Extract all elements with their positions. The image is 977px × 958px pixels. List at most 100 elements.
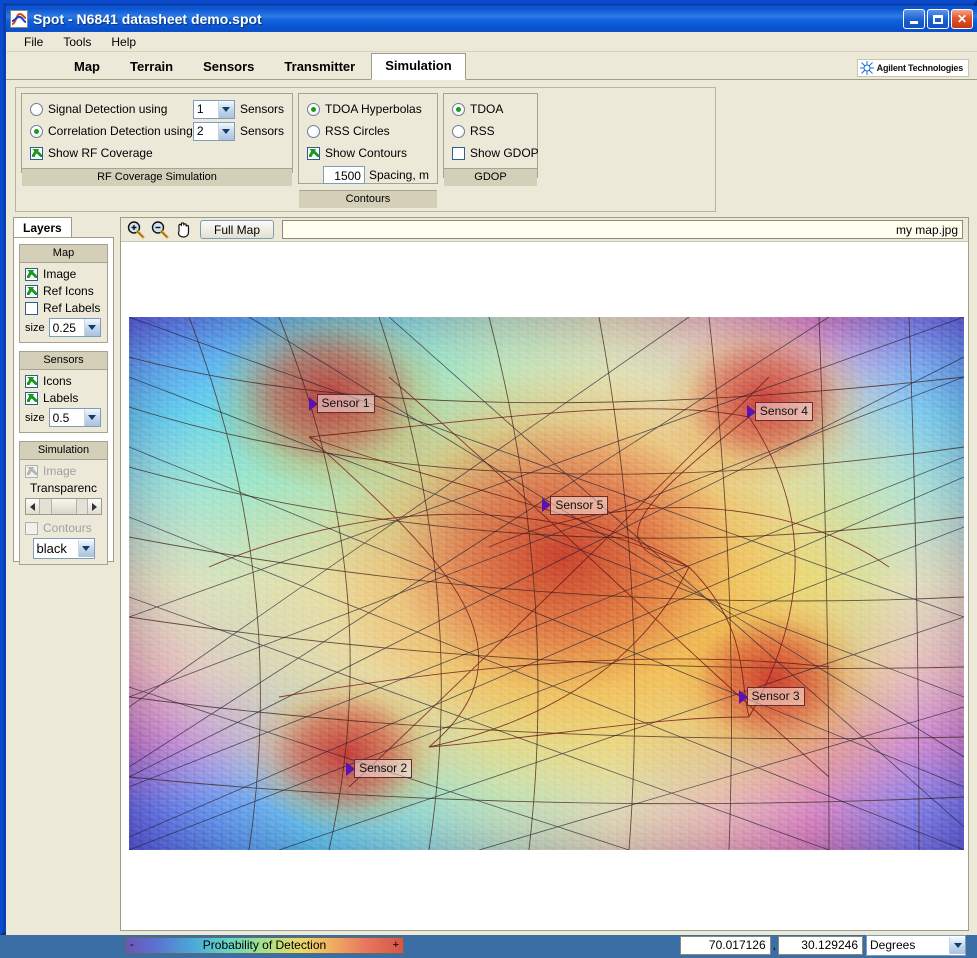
transparency-slider[interactable] (25, 498, 102, 515)
correlation-detection-radio[interactable] (30, 124, 43, 138)
full-map-button[interactable]: Full Map (200, 220, 275, 239)
show-rf-coverage-checkbox[interactable] (30, 146, 43, 160)
spacing-input[interactable]: 1500 (323, 166, 365, 184)
layer-ref-labels-label: Ref Labels (43, 301, 101, 315)
contour-color-combo[interactable]: black (32, 538, 95, 559)
map-sensor-marker[interactable]: Sensor 1 (308, 394, 375, 414)
pan-hand-icon[interactable] (172, 219, 194, 240)
show-rf-coverage-row[interactable]: Show RF Coverage (30, 144, 284, 162)
layers-tab-header[interactable]: Layers (13, 217, 72, 239)
coordinate-units-combo[interactable]: Degrees (866, 934, 966, 956)
longitude-field[interactable]: 30.129246 (778, 935, 863, 955)
layer-map-image-row[interactable]: Image (25, 267, 102, 281)
signal-detection-radio[interactable] (30, 102, 43, 116)
correlation-detection-label: Correlation Detection using (48, 124, 193, 138)
chevron-down-icon[interactable] (83, 409, 100, 426)
gdop-tdoa-label: TDOA (470, 102, 504, 116)
layer-ref-labels-checkbox[interactable] (25, 301, 38, 315)
signal-detection-label: Signal Detection using (48, 102, 168, 116)
tab-sensors[interactable]: Sensors (189, 54, 268, 80)
menu-help[interactable]: Help (101, 33, 146, 51)
map-sensor-marker[interactable]: Sensor 5 (542, 495, 609, 515)
window-controls: ✕ (903, 9, 973, 29)
title-bar: Spot - N6841 datasheet demo.spot ✕ (6, 6, 977, 32)
layer-ref-labels-row[interactable]: Ref Labels (25, 301, 102, 315)
tab-map[interactable]: Map (60, 54, 114, 80)
tdoa-hyperbolas-radio[interactable] (307, 102, 320, 116)
map-panel: Full Map my map.jpg Sensor 1 Sensor 4 Se… (120, 217, 969, 931)
gdop-rss-row[interactable]: RSS (452, 122, 529, 140)
layer-sensors-size-value: 0.5 (52, 410, 70, 425)
menu-tools[interactable]: Tools (53, 33, 101, 51)
slider-track-right[interactable] (76, 499, 87, 514)
slider-left-arrow-icon[interactable] (26, 499, 40, 514)
layer-sensor-icons-row[interactable]: Icons (25, 374, 102, 388)
close-button[interactable]: ✕ (951, 9, 973, 29)
contour-color-row: black (25, 538, 102, 559)
menu-file[interactable]: File (14, 33, 53, 51)
map-sensor-marker[interactable]: Sensor 4 (746, 402, 813, 422)
maximize-button[interactable] (927, 9, 949, 29)
minimize-button[interactable] (903, 9, 925, 29)
layer-sensor-icons-checkbox[interactable] (25, 374, 38, 388)
layer-sim-contours-row: Contours (25, 521, 102, 535)
slider-track-left[interactable] (40, 499, 51, 514)
chevron-down-icon[interactable] (83, 319, 100, 336)
show-gdop-checkbox[interactable] (452, 146, 465, 160)
rss-circles-radio[interactable] (307, 124, 320, 138)
agilent-spark-icon (859, 61, 874, 75)
chevron-down-icon[interactable] (217, 100, 234, 118)
tdoa-hyperbolas-row[interactable]: TDOA Hyperbolas (307, 100, 429, 118)
gdop-tdoa-radio[interactable] (452, 102, 465, 116)
correlation-sensors-combo[interactable]: 2 (192, 121, 235, 141)
layer-sensor-labels-row[interactable]: Labels (25, 391, 102, 405)
application-window: Spot - N6841 datasheet demo.spot ✕ File … (0, 0, 977, 956)
slider-thumb[interactable] (50, 499, 77, 514)
gdop-tdoa-row[interactable]: TDOA (452, 100, 529, 118)
layer-ref-icons-checkbox[interactable] (25, 284, 38, 298)
rss-circles-row[interactable]: RSS Circles (307, 122, 429, 140)
map-canvas[interactable]: Sensor 1 Sensor 4 Sensor 5 Sensor 3 Sens… (121, 242, 968, 930)
layer-sensor-labels-label: Labels (43, 391, 79, 405)
gdop-rss-radio[interactable] (452, 124, 465, 138)
latitude-field[interactable]: 70.017126 (679, 935, 771, 955)
layer-sensor-labels-checkbox[interactable] (25, 391, 38, 405)
map-sensor-marker[interactable]: Sensor 2 (346, 759, 413, 779)
tab-strip: Map Terrain Sensors Transmitter Simulati… (6, 53, 977, 80)
show-gdop-row[interactable]: Show GDOP (452, 144, 539, 162)
map-filename-field[interactable]: my map.jpg (282, 220, 963, 239)
layer-map-image-checkbox[interactable] (25, 267, 38, 281)
layer-map-size-combo[interactable]: 0.25 (48, 318, 101, 337)
zoom-in-icon[interactable] (124, 219, 146, 240)
layer-ref-icons-row[interactable]: Ref Icons (25, 284, 102, 298)
correlation-detection-row[interactable]: Correlation Detection using 2 Sensors (30, 121, 284, 141)
tab-simulation[interactable]: Simulation (371, 53, 466, 80)
rf-coverage-group: Signal Detection using 1 Sensors Correla… (21, 93, 293, 186)
rf-coverage-heatmap[interactable]: Sensor 1 Sensor 4 Sensor 5 Sensor 3 Sens… (129, 317, 964, 850)
coordinate-separator: , (772, 938, 776, 952)
tab-transmitter[interactable]: Transmitter (270, 54, 369, 80)
simulation-settings-panel: Signal Detection using 1 Sensors Correla… (15, 87, 716, 212)
signal-detection-row[interactable]: Signal Detection using 1 Sensors (30, 99, 284, 119)
zoom-out-icon[interactable] (148, 219, 170, 240)
show-contours-checkbox[interactable] (307, 146, 320, 160)
map-sensor-marker[interactable]: Sensor 3 (738, 687, 805, 707)
signal-sensors-combo[interactable]: 1 (192, 99, 235, 119)
chevron-down-icon[interactable] (217, 122, 234, 140)
tab-terrain[interactable]: Terrain (116, 54, 187, 80)
sensor-label: Sensor 1 (316, 394, 375, 414)
chevron-down-icon[interactable] (949, 936, 965, 954)
layer-sensors-size-combo[interactable]: 0.5 (48, 408, 101, 427)
show-contours-label: Show Contours (325, 146, 408, 160)
layers-sensors-group: Sensors Icons Labels size 0.5 (19, 351, 108, 433)
client-area: File Tools Help Map Terrain Sensors Tran… (6, 32, 977, 956)
slider-right-arrow-icon[interactable] (87, 499, 101, 514)
show-contours-row[interactable]: Show Contours (307, 144, 429, 162)
show-rf-coverage-label: Show RF Coverage (48, 146, 153, 160)
layer-sim-image-row: Image (25, 464, 102, 478)
tdoa-hyperbolas-label: TDOA Hyperbolas (325, 102, 422, 116)
sensor-label: Sensor 4 (754, 402, 813, 422)
signal-sensors-value: 1 (196, 102, 204, 116)
chevron-down-icon[interactable] (77, 540, 94, 557)
layer-sim-image-checkbox (25, 464, 38, 478)
